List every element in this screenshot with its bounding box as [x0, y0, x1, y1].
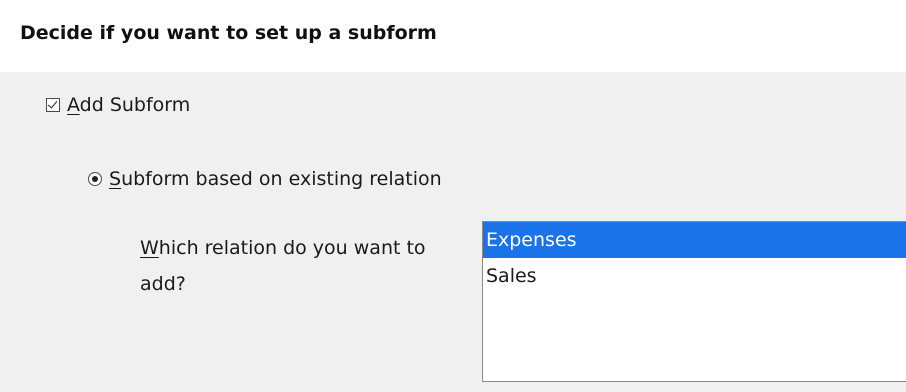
add-subform-mnemonic: A — [67, 94, 80, 116]
existing-relation-mnemonic: S — [109, 168, 122, 190]
relations-listbox[interactable]: Expenses Sales — [482, 221, 906, 382]
add-subform-label-text: dd Subform — [79, 94, 191, 116]
page-title: Decide if you want to set up a subform — [20, 22, 437, 44]
existing-relation-radio[interactable] — [88, 172, 102, 186]
relation-question-label: Which relation do you want to add? — [140, 230, 450, 302]
existing-relation-label[interactable]: Subform based on existing relation — [109, 168, 442, 190]
existing-relation-radio-row[interactable]: Subform based on existing relation — [88, 166, 442, 192]
relation-question-text: hich relation do you want to add? — [140, 237, 426, 295]
add-subform-label[interactable]: Add Subform — [67, 94, 190, 116]
add-subform-checkbox[interactable] — [46, 98, 60, 112]
page-header: Decide if you want to set up a subform — [0, 0, 906, 72]
list-item-sales[interactable]: Sales — [483, 258, 906, 294]
radio-dot-icon — [92, 176, 98, 182]
existing-relation-label-text: ubform based on existing relation — [121, 168, 442, 190]
list-item-expenses[interactable]: Expenses — [483, 222, 906, 258]
add-subform-checkbox-row[interactable]: Add Subform — [46, 92, 190, 118]
relation-question-mnemonic: W — [140, 237, 159, 259]
checkmark-icon — [47, 98, 58, 109]
